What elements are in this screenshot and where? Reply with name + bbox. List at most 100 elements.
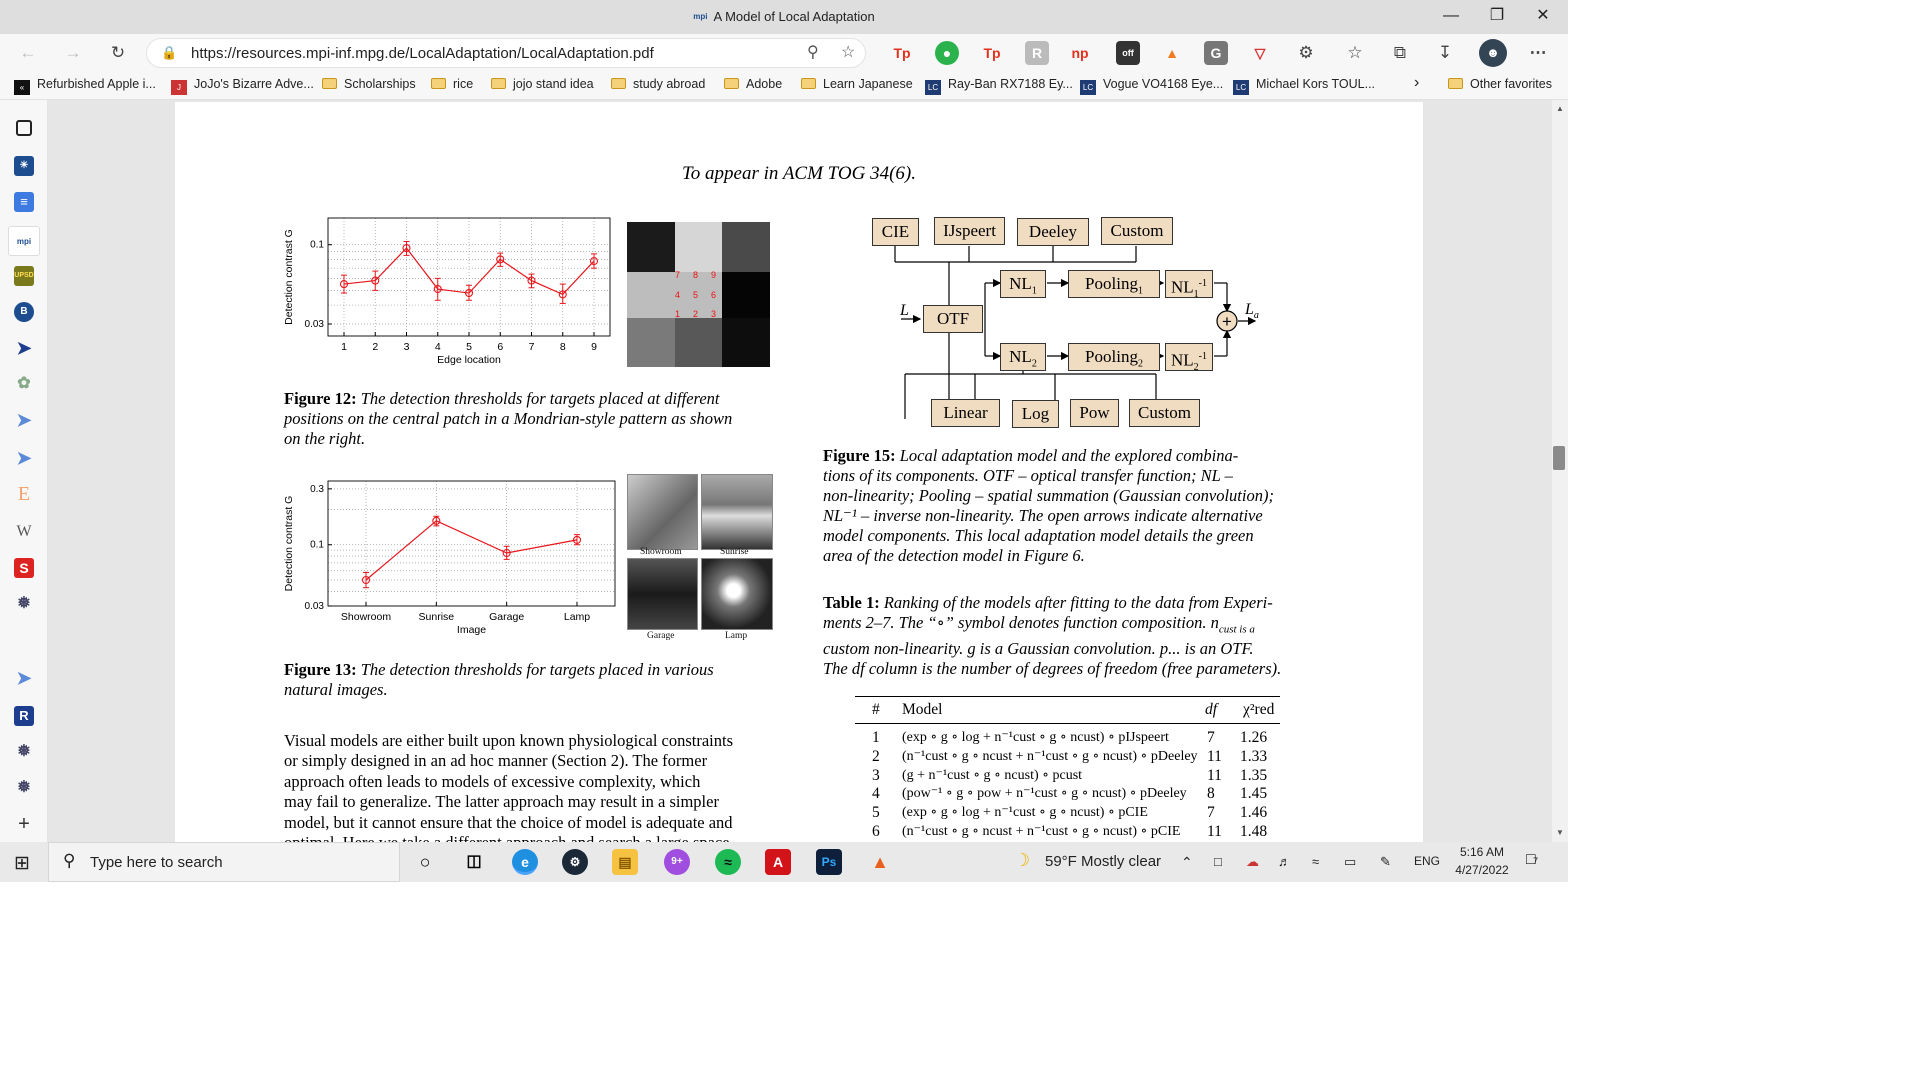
photo-lamp (701, 558, 773, 630)
scrollbar-thumb[interactable] (1553, 446, 1565, 470)
acrobat-icon[interactable]: A (765, 849, 791, 875)
extension-g-icon[interactable]: G (1204, 41, 1228, 65)
folder-icon (431, 78, 446, 89)
bookmark-vogue[interactable]: LC Vogue VO4168 Eye... (1080, 77, 1223, 95)
arrow-tab-icon[interactable]: ➤ (14, 338, 34, 358)
arrow-tab-2-icon[interactable]: ➤ (14, 410, 34, 430)
extensions-puzzle-icon[interactable]: ⚙ (1292, 39, 1320, 67)
downloads-icon[interactable]: ↧ (1431, 39, 1459, 67)
bookmark-jojo[interactable]: J JoJo's Bizarre Adve... (171, 77, 314, 95)
table-row: 5 (exp ∘ g ∘ log + n⁻¹cust ∘ g ∘ ncust) ∘… (855, 804, 1280, 823)
profile-avatar-icon[interactable]: ☻ (1479, 39, 1507, 67)
extension-np-icon[interactable]: np (1068, 41, 1092, 65)
upsd-icon[interactable]: UPSD (14, 266, 34, 286)
forward-icon[interactable]: → (59, 39, 87, 67)
b-tab-icon[interactable]: B (14, 302, 34, 322)
extension-green-icon[interactable]: ● (935, 41, 959, 65)
folder-icon (322, 78, 337, 89)
bookmark-refurbished-apple[interactable]: «Refurbished Apple i... (14, 77, 156, 95)
x-tick-label: 4 (435, 341, 441, 353)
nl-option-pow: Pow (1070, 399, 1119, 427)
bookmark-learn-japanese[interactable]: Learn Japanese (801, 77, 913, 91)
bookmark-jojo-stand-idea[interactable]: jojo stand idea (491, 77, 594, 91)
refresh-icon[interactable]: ↻ (104, 39, 132, 67)
y-tick-label: 0.03 (305, 601, 325, 612)
address-bar[interactable]: 🔒 https://resources.mpi-inf.mpg.de/Local… (146, 38, 866, 68)
zoom-icon[interactable]: ⚲ (807, 42, 819, 62)
table-row: 2 (n⁻¹cust ∘ g ∘ ncust + n⁻¹cust ∘ g ∘ nc… (855, 748, 1280, 767)
bookmark-adobe[interactable]: Adobe (724, 77, 782, 91)
mpi-tab-icon[interactable]: mpi (8, 226, 40, 256)
language-indicator[interactable]: ENG (1414, 854, 1440, 868)
bookmarks-overflow-chevron-icon[interactable]: › (1414, 74, 1419, 92)
arrow-tab-4-icon[interactable]: ➤ (14, 668, 34, 688)
scroll-down-icon[interactable]: ▼ (1556, 828, 1564, 837)
volume-icon[interactable]: ♬ (1278, 854, 1291, 869)
extension-triangle-icon[interactable]: ▲ (1160, 41, 1184, 65)
bookmark-study-abroad[interactable]: study abroad (611, 77, 705, 91)
photoshop-icon[interactable]: Ps (816, 849, 842, 875)
bookmark-other-favorites[interactable]: Other favorites (1448, 77, 1552, 91)
table-cell-chi: 1.48 (1240, 823, 1268, 840)
more-menu-icon[interactable]: ⋯ (1524, 39, 1552, 67)
r-tab-icon[interactable]: R (14, 706, 34, 726)
spotify-icon[interactable]: ≈ (715, 849, 741, 875)
docs-icon[interactable]: ≡ (14, 192, 34, 212)
new-tab-plus-icon[interactable]: + (14, 814, 34, 834)
extension-shield-icon[interactable]: ▽ (1248, 41, 1272, 65)
scroll-up-icon[interactable]: ▲ (1556, 104, 1564, 113)
tree-tab-2-icon[interactable]: ❅ (14, 742, 34, 762)
file-explorer-icon[interactable]: ▤ (612, 849, 638, 875)
wifi-icon[interactable]: ≈ (1312, 854, 1319, 869)
messenger-icon[interactable]: 9+ (664, 849, 690, 875)
extension-tp2-icon[interactable]: Tp (980, 41, 1004, 65)
matlab-icon[interactable]: ▲ (867, 849, 893, 875)
favorite-star-icon[interactable]: ☆ (841, 42, 855, 62)
sidebar-tab-1-icon[interactable]: ☀ (14, 156, 34, 176)
tree-tab-3-icon[interactable]: ❅ (14, 778, 34, 798)
edge-taskbar-icon[interactable]: e (512, 849, 538, 875)
pen-icon[interactable]: ✎ (1380, 854, 1391, 870)
arrow-tab-3-icon[interactable]: ➤ (14, 448, 34, 468)
mondrian-number: 1 (675, 309, 681, 319)
collections-icon[interactable]: ⧉ (1386, 39, 1414, 67)
input-l-label: L (900, 302, 909, 319)
extension-tp-icon[interactable]: Tp (890, 41, 914, 65)
pdf-page: To appear in ACM TOG 34(6). 0.1 0.03 1 2 3 4 5… (175, 102, 1423, 842)
notifications-icon[interactable]: □ 7 (1526, 851, 1538, 869)
back-icon[interactable]: ← (14, 39, 42, 67)
battery-icon[interactable]: ▭ (1344, 854, 1356, 870)
table-cell-chi: 1.35 (1240, 766, 1268, 784)
tab-actions-icon[interactable] (16, 120, 32, 136)
e-tab-icon[interactable]: E (14, 484, 34, 504)
weather-text[interactable]: 59°F Mostly clear (1045, 853, 1161, 870)
favorites-icon[interactable]: ☆ (1341, 39, 1369, 67)
minimize-button[interactable]: — (1428, 0, 1474, 34)
weather-moon-icon[interactable]: ☽ (1014, 850, 1030, 871)
tree-tab-icon[interactable]: ❅ (14, 594, 34, 614)
windows-start-icon[interactable]: ⊞ (14, 852, 30, 875)
scrollbar[interactable]: ▲ ▼ (1552, 100, 1568, 842)
bookmark-scholarships[interactable]: Scholarships (322, 77, 416, 91)
taskbar-search[interactable]: ⚲ Type here to search (48, 842, 400, 882)
bookmark-rice[interactable]: rice (431, 77, 473, 91)
steam-icon[interactable]: ⚙ (562, 849, 588, 875)
inverse-nl2-box: NL2-1 (1165, 343, 1213, 373)
tray-device-icon[interactable]: □ (1214, 854, 1222, 869)
clock[interactable]: 5:16 AM 4/27/2022 (1454, 845, 1510, 877)
wikipedia-icon[interactable]: W (14, 522, 34, 542)
extension-off-icon[interactable]: off (1116, 41, 1140, 65)
restore-button[interactable]: ❐ (1474, 0, 1520, 34)
leaf-tab-icon[interactable]: ✿ (14, 374, 34, 394)
otf-option-custom: Custom (1101, 217, 1173, 245)
x-tick-label: 5 (466, 341, 472, 353)
bookmark-michael-kors[interactable]: LC Michael Kors TOUL... (1233, 77, 1375, 95)
task-view-icon[interactable]: ◫ (461, 849, 487, 875)
tray-chevron-icon[interactable]: ⌃ (1181, 854, 1193, 871)
extension-r-icon[interactable]: R (1025, 41, 1049, 65)
cortana-icon[interactable]: ○ (412, 849, 438, 875)
bookmark-rayban[interactable]: LC Ray-Ban RX7188 Ey... (925, 77, 1073, 95)
s-tab-icon[interactable]: S (14, 558, 34, 578)
tray-cloud-icon[interactable]: ☁ (1246, 854, 1259, 870)
close-button[interactable]: ✕ (1520, 0, 1566, 34)
